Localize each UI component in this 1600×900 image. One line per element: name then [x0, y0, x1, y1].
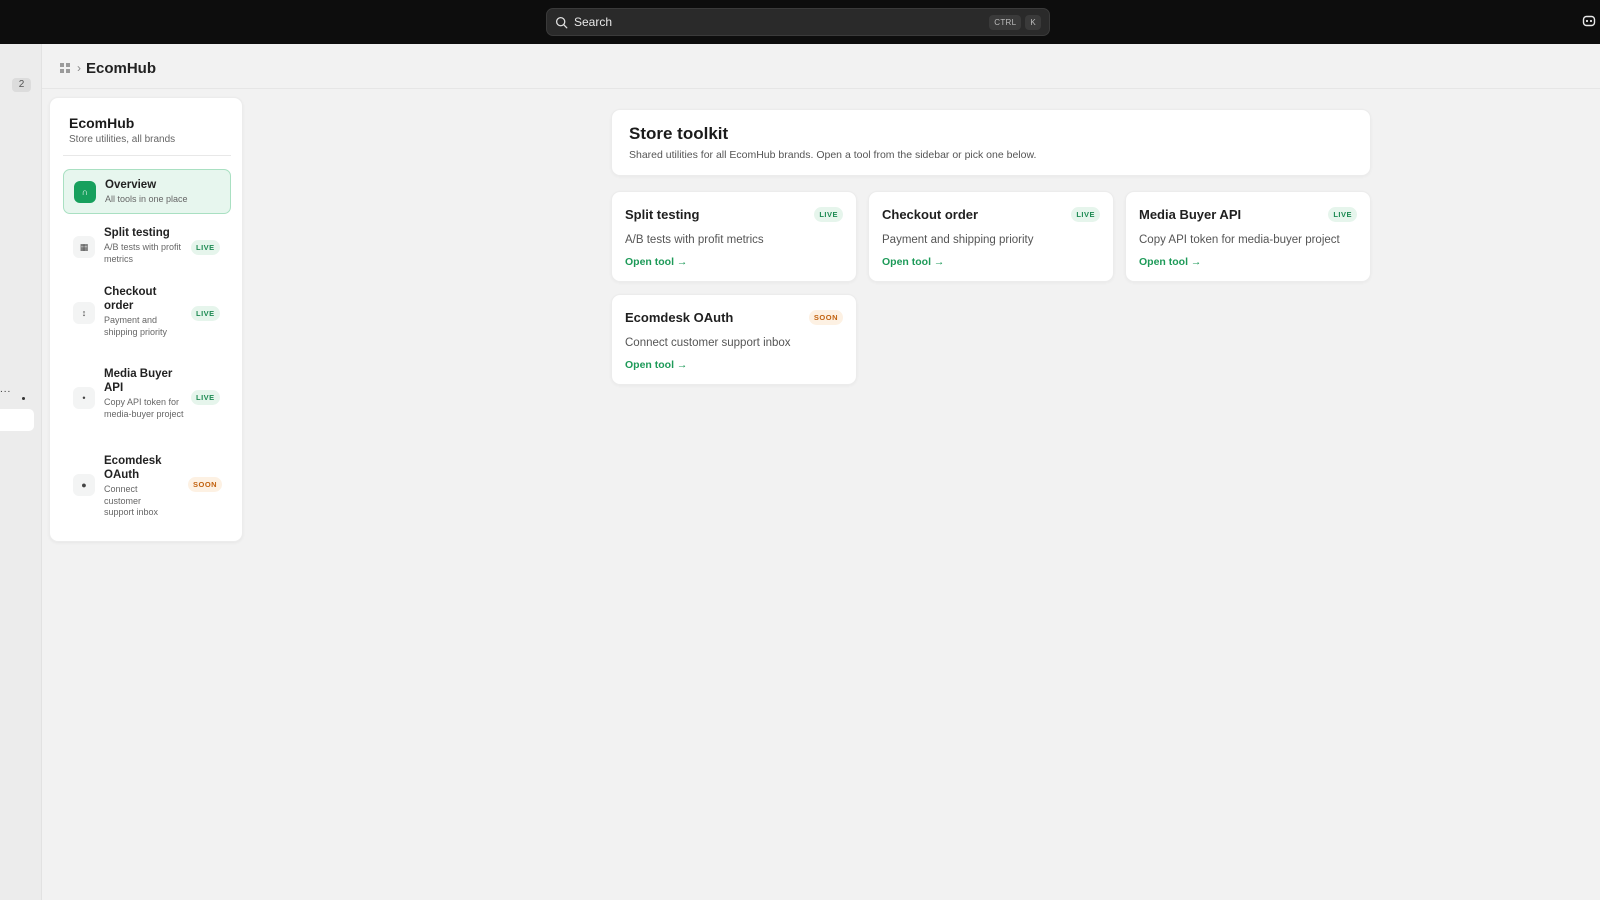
sidebar-item-desc: Payment and shipping priority	[104, 315, 168, 337]
sidebar-item-desc: Connect customer support inbox	[104, 484, 159, 517]
rail-input[interactable]	[0, 409, 34, 431]
shortcut-ctrl-key: CTRL	[989, 14, 1022, 30]
sidebar-item-split-testing[interactable]: ▦ Split testing A/B tests with profit me…	[63, 223, 231, 273]
status-badge: LIVE	[1071, 207, 1100, 222]
grid-icon: ▦	[73, 236, 95, 258]
tool-desc: Copy API token for media-buyer project	[1139, 234, 1340, 246]
sidebar-title: EcomHub	[69, 115, 135, 131]
sidebar-item-label: Media Buyer API	[104, 368, 173, 394]
tool-card-split-testing[interactable]: Split testing LIVE A/B tests with profit…	[611, 191, 857, 282]
status-badge: SOON	[808, 310, 843, 325]
tool-title: Media Buyer API	[1139, 207, 1242, 222]
search-input[interactable]: Search	[574, 15, 985, 29]
open-tool-link[interactable]: Open tool →	[625, 256, 687, 268]
tool-desc: Payment and shipping priority	[882, 234, 1034, 246]
assistant-icon[interactable]	[1582, 14, 1596, 28]
sidebar-item-label: Overview	[105, 179, 157, 191]
breadcrumb-current: EcomHub	[86, 59, 157, 77]
dot-icon: •	[73, 387, 95, 409]
open-tool-link[interactable]: Open tool →	[1139, 256, 1201, 268]
search-icon	[555, 16, 568, 28]
shortcut-k-key: K	[1025, 14, 1041, 30]
sidebar-item-desc: All tools in one place	[105, 194, 188, 204]
tool-card-media-buyer-api[interactable]: Media Buyer API LIVE Copy API token for …	[1125, 191, 1371, 282]
sidebar-item-desc: A/B tests with profit metrics	[104, 242, 182, 264]
status-badge: LIVE	[191, 240, 220, 255]
tool-card-ecomdesk-oauth[interactable]: Ecomdesk OAuth SOON Connect customer sup…	[611, 294, 857, 385]
tool-desc: Connect customer support inbox	[625, 337, 791, 349]
left-rail: 2 ...	[0, 44, 42, 900]
sort-icon: ↕	[73, 302, 95, 324]
status-badge: LIVE	[1328, 207, 1357, 222]
sidebar-item-media-buyer-api[interactable]: • Media Buyer API Copy API token for med…	[63, 367, 231, 429]
sidebar-item-label: Checkout order	[104, 286, 157, 312]
sidebar-item-overview[interactable]: ∩ Overview All tools in one place	[63, 169, 231, 214]
rail-status-dot	[22, 397, 25, 400]
sidebar-item-checkout-order[interactable]: ↕ Checkout order Payment and shipping pr…	[63, 285, 231, 341]
sidebar-item-ecomdesk-oauth[interactable]: ● Ecomdesk OAuth Connect customer suppor…	[63, 454, 231, 517]
toolkit-header: Store toolkit Shared utilities for all E…	[611, 109, 1371, 176]
page-subtitle: Shared utilities for all EcomHub brands.…	[629, 149, 1037, 161]
status-badge: LIVE	[191, 306, 220, 321]
tool-card-checkout-order[interactable]: Checkout order LIVE Payment and shipping…	[868, 191, 1114, 282]
tool-title: Split testing	[625, 207, 700, 222]
home-icon: ∩	[74, 181, 96, 203]
status-badge: LIVE	[191, 390, 220, 405]
search-bar[interactable]: Search CTRL K	[546, 8, 1050, 36]
open-tool-link[interactable]: Open tool →	[882, 256, 944, 268]
page-title: Store toolkit	[629, 124, 729, 143]
tool-title: Checkout order	[882, 207, 979, 222]
chevron-right-icon: ›	[77, 61, 81, 75]
rail-more-menu[interactable]: ...	[0, 384, 11, 395]
tool-desc: A/B tests with profit metrics	[625, 234, 764, 246]
header-divider	[42, 88, 1600, 89]
rail-count-badge: 2	[12, 78, 31, 92]
sidebar-item-label: Ecomdesk OAuth	[104, 455, 162, 481]
circle-icon: ●	[73, 474, 95, 496]
open-tool-link[interactable]: Open tool →	[625, 359, 687, 371]
top-bar: Search CTRL K	[0, 0, 1600, 44]
sidebar-item-desc: Copy API token for media-buyer project	[104, 397, 184, 419]
status-badge: SOON	[188, 477, 223, 492]
status-badge: LIVE	[814, 207, 843, 222]
sidebar-item-label: Split testing	[104, 227, 170, 239]
apps-grid-icon[interactable]	[60, 63, 70, 73]
tool-title: Ecomdesk OAuth	[625, 310, 734, 325]
sidebar: EcomHub Store utilities, all brands ∩ Ov…	[49, 97, 243, 542]
sidebar-divider	[63, 155, 231, 156]
sidebar-subtitle: Store utilities, all brands	[69, 134, 176, 145]
breadcrumb: › EcomHub	[60, 57, 156, 79]
